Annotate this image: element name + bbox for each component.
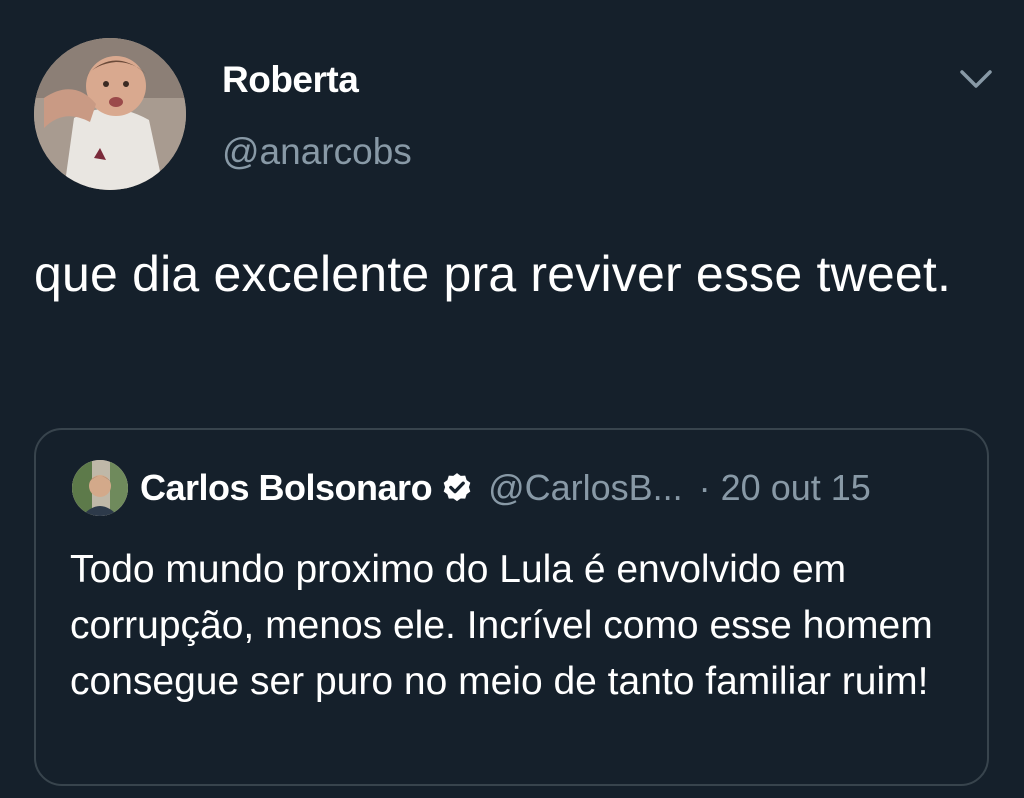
author-handle[interactable]: @anarcobs <box>222 130 412 174</box>
quoted-author-avatar[interactable] <box>72 460 128 516</box>
quoted-tweet-text: Todo mundo proximo do Lula é envolvido e… <box>70 548 933 703</box>
quoted-author-avatar-image <box>72 460 128 516</box>
tweet-text: que dia excelente pra reviver esse tweet… <box>34 246 952 302</box>
author-display-name[interactable]: Roberta <box>222 58 359 102</box>
chevron-down-icon[interactable] <box>956 62 996 96</box>
tweet: Roberta @anarcobs que dia excelente pra … <box>0 0 1024 798</box>
quoted-tweet-card[interactable]: Carlos Bolsonaro @CarlosB... · 20 out 15… <box>34 428 989 786</box>
quoted-tweet-date[interactable]: 20 out 15 <box>721 467 871 509</box>
quoted-tweet-header: Carlos Bolsonaro @CarlosB... · 20 out 15 <box>140 464 871 512</box>
quoted-author-display-name[interactable]: Carlos Bolsonaro <box>140 467 433 509</box>
header-separator: · <box>698 467 711 508</box>
verified-badge-icon <box>443 473 471 502</box>
author-avatar[interactable] <box>34 38 186 190</box>
author-avatar-image <box>34 38 186 190</box>
quoted-author-handle[interactable]: @CarlosB... <box>488 467 683 509</box>
